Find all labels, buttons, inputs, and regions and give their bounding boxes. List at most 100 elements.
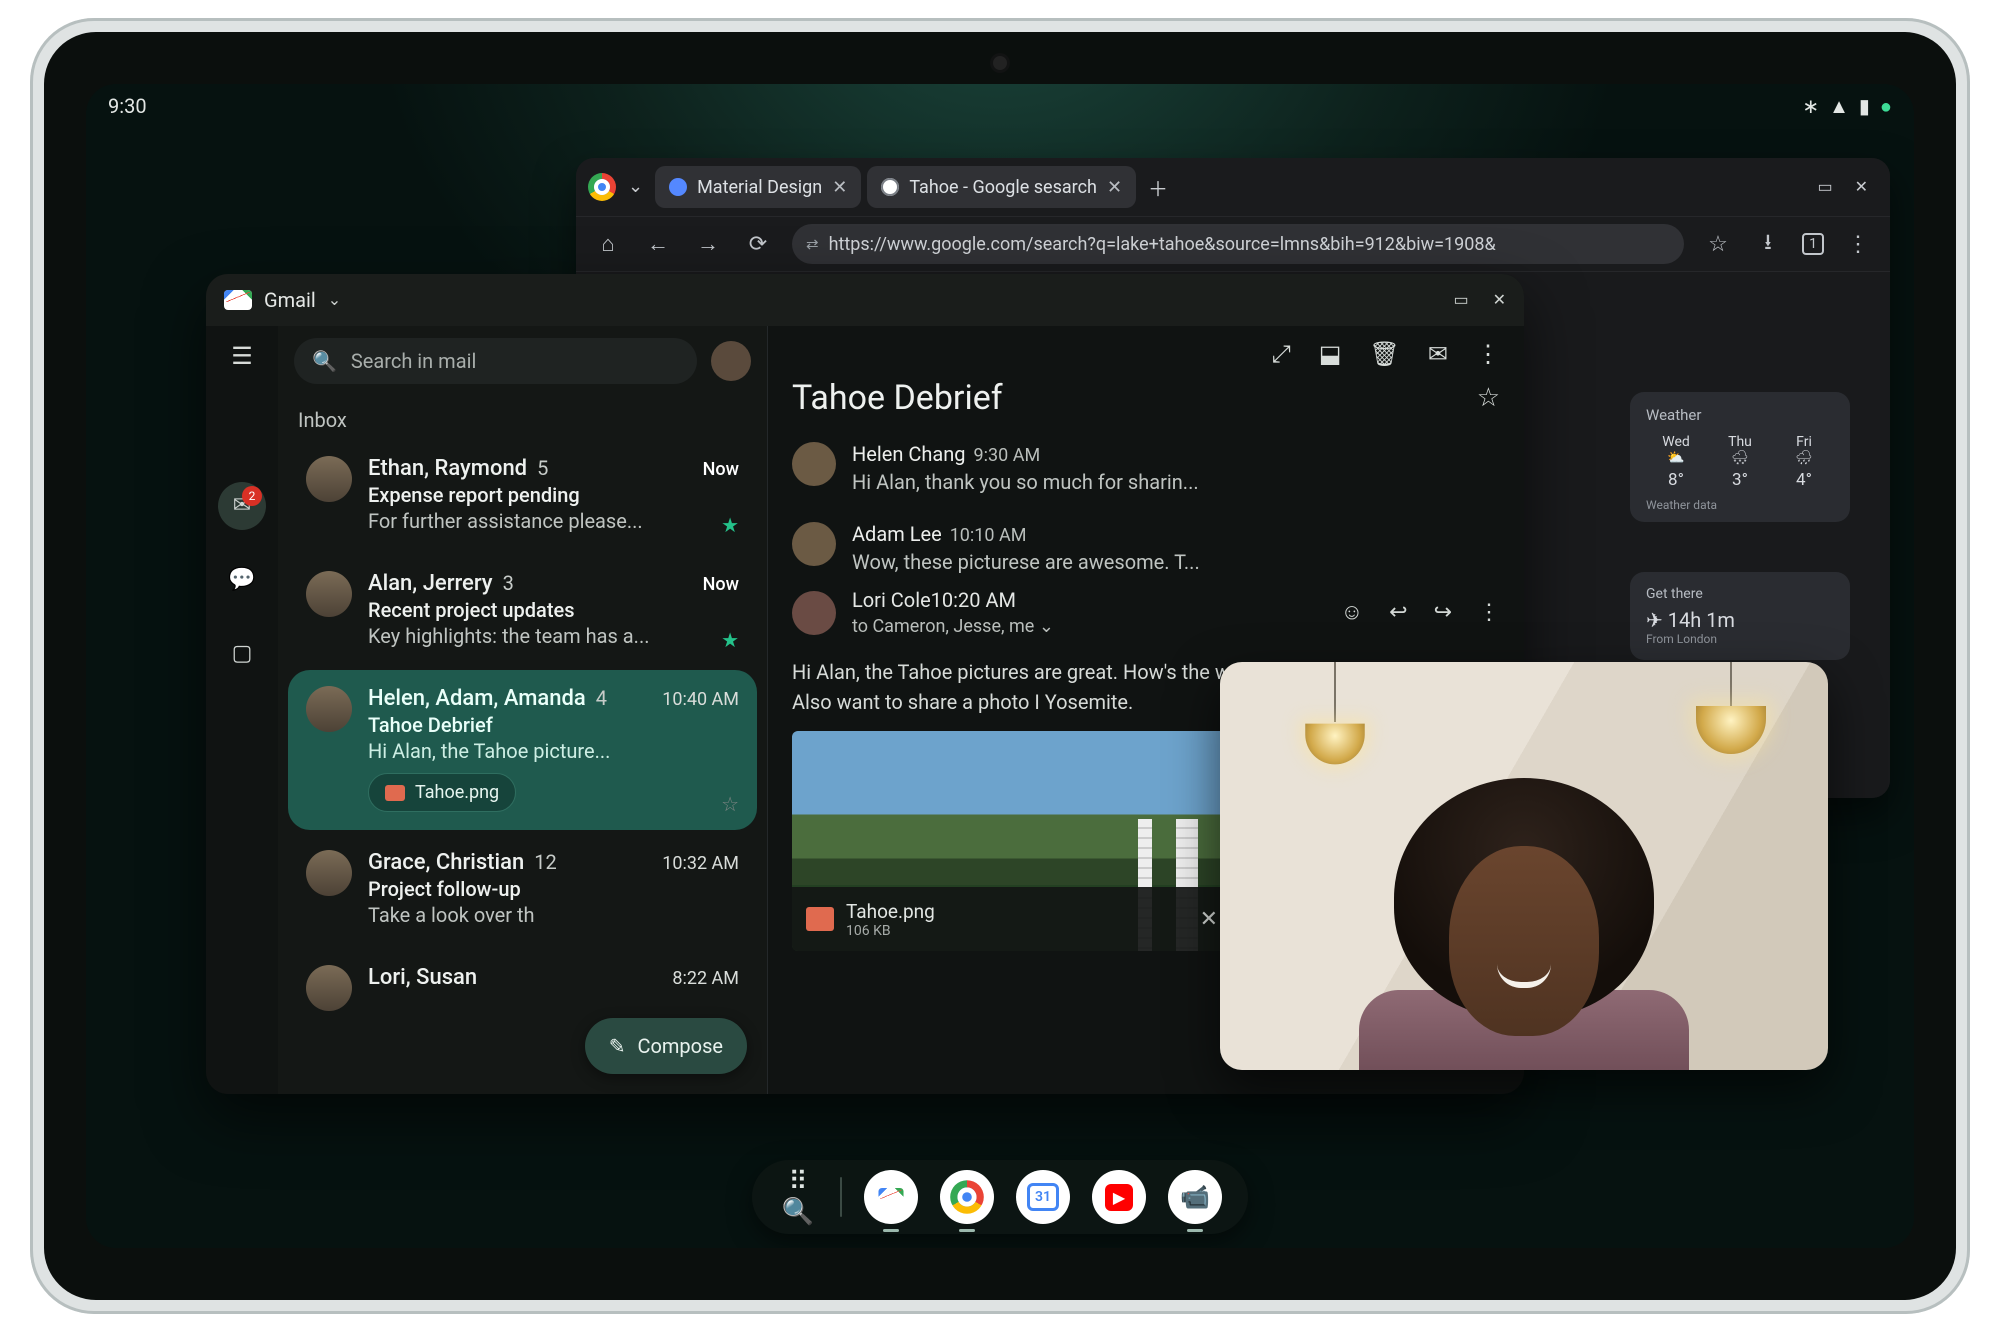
reply-icon[interactable]: ↩ — [1389, 602, 1407, 624]
message-from: Adam Lee — [852, 522, 942, 546]
thread-snippet: For further assistance please... — [368, 509, 739, 533]
maximize-icon[interactable]: ▭ — [1817, 179, 1832, 195]
avatar — [792, 591, 836, 635]
taskbar-youtube-icon[interactable]: ▶ — [1092, 1170, 1146, 1224]
message-toolbar: ⤢ ⬓ 🗑 ✉ ⋮ — [768, 326, 1524, 372]
forward-icon[interactable]: ↪ — [1434, 602, 1452, 624]
star-icon[interactable]: ★ — [721, 513, 739, 537]
search-input[interactable]: 🔍 Search in mail — [294, 338, 697, 384]
tab-label: Material Design — [697, 177, 822, 198]
thread-count: 4 — [596, 686, 607, 710]
new-tab-button[interactable]: ＋ — [1142, 171, 1174, 203]
status-time: 9:30 — [108, 94, 147, 118]
chevron-down-icon[interactable]: ⌄ — [328, 292, 341, 308]
mark-unread-icon[interactable]: ✉ — [1428, 342, 1448, 366]
collapsed-message[interactable]: Helen Chang9:30 AM Hi Alan, thank you so… — [768, 428, 1524, 508]
more-icon[interactable]: ⋮ — [1842, 232, 1874, 257]
search-placeholder: Search in mail — [351, 349, 476, 373]
rail-mail-button[interactable]: ✉ 2 — [218, 482, 266, 530]
thread-senders: Ethan, Raymond — [368, 456, 527, 481]
gmail-titlebar[interactable]: Gmail ⌄ ▭ ✕ — [206, 274, 1524, 326]
emoji-icon[interactable]: ☺ — [1341, 602, 1363, 624]
weather-meta: Weather data — [1646, 498, 1834, 512]
message-from: Lori Cole — [852, 588, 931, 612]
close-icon[interactable]: ✕ — [832, 177, 847, 198]
avatar — [306, 571, 352, 617]
get-there-title: Get there — [1646, 586, 1834, 602]
expand-icon[interactable]: ⤢ — [1272, 342, 1291, 366]
mail-badge: 2 — [242, 486, 262, 506]
back-icon[interactable]: ← — [642, 231, 674, 257]
chevron-down-icon[interactable]: ⌄ — [1039, 618, 1054, 636]
status-dot-icon: ● — [1880, 96, 1892, 116]
thread-time: Now — [703, 459, 739, 480]
taskbar-chrome-icon[interactable] — [940, 1170, 994, 1224]
reload-icon[interactable]: ⟳ — [742, 232, 774, 257]
close-icon[interactable]: ✕ — [1107, 177, 1122, 198]
thread-subject: Expense report pending — [368, 483, 739, 507]
close-icon[interactable]: ✕ — [1200, 907, 1218, 932]
get-there-card[interactable]: Get there ✈ 14h 1m From London — [1630, 572, 1850, 660]
weather-card[interactable]: Weather Wed ⛅ 8° Thu 🌨 3° — [1630, 392, 1850, 522]
get-there-from: From London — [1646, 632, 1834, 646]
message-time: 9:30 AM — [974, 445, 1041, 466]
attachment-chip[interactable]: Tahoe.png — [368, 773, 516, 812]
browser-tab[interactable]: Material Design ✕ — [655, 166, 861, 208]
more-icon[interactable]: ⋮ — [1478, 602, 1500, 624]
decorative-lamp — [1305, 724, 1365, 765]
taskbar-gmail-icon[interactable] — [864, 1170, 918, 1224]
home-icon[interactable]: ⌂ — [592, 231, 624, 257]
rail-chat-button[interactable]: 💬 — [218, 556, 266, 604]
star-icon[interactable]: ☆ — [1702, 232, 1734, 257]
site-settings-icon[interactable]: ⇄ — [806, 235, 819, 253]
nav-rail: ☰ ✉ 2 💬 ▢ — [206, 326, 278, 1094]
attachment-preview[interactable]: Tahoe.png 106 KB ✕ — [792, 731, 1232, 951]
maximize-icon[interactable]: ▭ — [1453, 292, 1468, 308]
browser-toolbar: ⌂ ← → ⟳ ⇄ https://www.google.com/search?… — [576, 216, 1890, 272]
weather-day: Thu 🌨 3° — [1710, 434, 1770, 490]
favicon-icon — [669, 178, 687, 196]
message-recipients[interactable]: to Cameron, Jesse, me — [852, 616, 1034, 637]
thread-count: 12 — [534, 850, 556, 874]
avatar — [306, 456, 352, 502]
thread-row[interactable]: Lori, Susan8:22 AM — [288, 949, 757, 1019]
thread-count: 3 — [503, 571, 514, 595]
taskbar-calendar-icon[interactable]: 31 — [1016, 1170, 1070, 1224]
browser-tab[interactable]: Tahoe - Google sesarch ✕ — [867, 166, 1136, 208]
star-icon[interactable]: ☆ — [721, 792, 739, 816]
message-time: 10:20 AM — [931, 588, 1016, 612]
star-icon[interactable]: ★ — [721, 628, 739, 652]
app-drawer-icon[interactable]: ⠿🔍 — [778, 1167, 818, 1227]
chrome-icon[interactable] — [588, 173, 616, 201]
message-from: Helen Chang — [852, 442, 966, 466]
close-icon[interactable]: ✕ — [1493, 292, 1506, 308]
thread-row[interactable]: Alan, Jerrery3Now Recent project updates… — [288, 555, 757, 666]
thread-row[interactable]: Grace, Christian1210:32 AM Project follo… — [288, 834, 757, 945]
taskbar-meet-icon[interactable]: 📹 — [1168, 1170, 1222, 1224]
menu-icon[interactable]: ☰ — [231, 342, 253, 370]
plane-icon: ✈ — [1646, 608, 1663, 632]
front-camera — [993, 56, 1007, 70]
archive-icon[interactable]: ⬓ — [1319, 342, 1342, 366]
thread-row[interactable]: Ethan, Raymond5Now Expense report pendin… — [288, 440, 757, 551]
download-icon[interactable]: ⭳ — [1752, 225, 1784, 263]
search-icon: 🔍 — [312, 351, 337, 371]
chevron-down-icon[interactable]: ⌄ — [628, 178, 643, 196]
account-avatar[interactable] — [711, 341, 751, 381]
close-icon[interactable]: ✕ — [1855, 179, 1868, 195]
video-call-pip[interactable] — [1220, 662, 1828, 1070]
rail-meet-button[interactable]: ▢ — [218, 630, 266, 678]
address-bar[interactable]: ⇄ https://www.google.com/search?q=lake+t… — [792, 224, 1684, 264]
taskbar[interactable]: ⠿🔍 31 ▶ 📹 — [752, 1160, 1248, 1234]
battery-icon: ▮ — [1859, 96, 1870, 116]
tabs-icon[interactable]: 1 — [1802, 233, 1824, 255]
collapsed-message[interactable]: Adam Lee10:10 AM Wow, these picturese ar… — [768, 508, 1524, 588]
forward-icon[interactable]: → — [692, 231, 724, 257]
decorative-lamp — [1696, 706, 1766, 754]
more-icon[interactable]: ⋮ — [1476, 342, 1500, 366]
star-icon[interactable]: ☆ — [1477, 385, 1500, 411]
delete-icon[interactable]: 🗑 — [1369, 342, 1399, 366]
weather-title: Weather — [1646, 406, 1834, 424]
thread-row[interactable]: Helen, Adam, Amanda410:40 AM Tahoe Debri… — [288, 670, 757, 830]
compose-button[interactable]: ✎ Compose — [585, 1018, 747, 1074]
